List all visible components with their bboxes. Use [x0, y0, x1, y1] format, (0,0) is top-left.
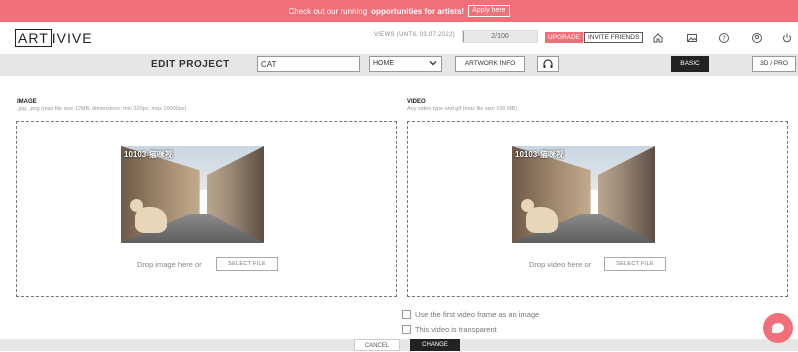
image-section-hint: .jpg, .png (max file size 12MB, dimensio… [17, 106, 187, 112]
views-value: 2/100 [491, 33, 509, 40]
logo-rest-part: IVIVE [51, 30, 93, 46]
category-select[interactable]: HOME [369, 56, 442, 72]
transparent-checkbox[interactable] [402, 325, 411, 334]
banner-highlight: opportunities for artists! [371, 6, 465, 16]
video-section-label: VIDEO [407, 99, 426, 105]
chat-widget-button[interactable] [763, 313, 793, 343]
artivive-logo[interactable]: ART IVIVE [15, 29, 93, 47]
edit-toolbar: EDIT PROJECT HOME ARTWORK INFO BASIC 3D … [0, 54, 798, 76]
footer-bar: CANCEL CHANGE [0, 339, 798, 351]
apply-here-link[interactable]: Apply here [468, 5, 510, 17]
video-watermark: 10103-猫咪视 [515, 150, 564, 159]
invite-friends-button[interactable]: INVITE FRIENDS [584, 32, 644, 43]
views-label: VIEWS (UNTIL 03.07.2022) [374, 32, 456, 38]
video-select-file-button[interactable]: SELECT FILE [604, 257, 666, 271]
artwork-info-button[interactable]: ARTWORK INFO [455, 56, 525, 72]
views-progress-fill [463, 31, 465, 42]
audio-button[interactable] [537, 56, 559, 72]
image-select-file-button[interactable]: SELECT FILE [216, 257, 278, 271]
image-preview: 10103-猫咪视 [121, 146, 264, 243]
gallery-icon[interactable] [686, 32, 698, 44]
banner-text: Check out our running [288, 6, 368, 16]
video-section-hint: Any video type and gif (max file size 10… [407, 106, 518, 112]
image-section-label: IMAGE [17, 99, 37, 105]
views-progress: 2/100 [462, 30, 538, 43]
upgrade-button[interactable]: UPGRADE [545, 32, 584, 43]
video-drop-text: Drop video here or [529, 260, 592, 269]
chevron-down-icon [429, 59, 437, 69]
image-dropzone[interactable]: 10103-猫咪视 Drop image here or SELECT FILE [16, 121, 397, 297]
cancel-button[interactable]: CANCEL [354, 339, 400, 351]
help-icon[interactable]: ? [718, 32, 730, 44]
basic-mode-button[interactable]: BASIC [671, 56, 709, 72]
transparent-option[interactable]: This video is transparent [402, 325, 497, 334]
headphones-icon [542, 59, 554, 73]
video-dropzone[interactable]: 10103-猫咪视 Drop video here or SELECT FILE [407, 121, 788, 297]
account-icon[interactable] [751, 32, 763, 44]
first-frame-option[interactable]: Use the first video frame as an image [402, 310, 539, 319]
image-drop-text: Drop image here or [137, 260, 202, 269]
video-preview: 10103-猫咪视 [512, 146, 655, 243]
promo-banner: Check out our running opportunities for … [0, 0, 798, 22]
logo-boxed-part: ART [15, 29, 52, 47]
pro-mode-button[interactable]: 3D / PRO [752, 56, 796, 72]
chat-icon [772, 323, 784, 333]
category-select-value: HOME [373, 60, 394, 67]
transparent-label: This video is transparent [415, 325, 497, 334]
change-button[interactable]: CHANGE [410, 339, 460, 351]
power-icon[interactable] [781, 32, 793, 44]
home-icon[interactable] [652, 32, 664, 44]
first-frame-checkbox[interactable] [402, 310, 411, 319]
svg-text:?: ? [722, 35, 726, 43]
image-watermark: 10103-猫咪视 [124, 150, 173, 159]
project-name-input[interactable] [257, 56, 360, 72]
top-bar: ART IVIVE VIEWS (UNTIL 03.07.2022) 2/100… [0, 22, 798, 54]
first-frame-label: Use the first video frame as an image [415, 310, 540, 319]
page-title: EDIT PROJECT [151, 59, 230, 70]
